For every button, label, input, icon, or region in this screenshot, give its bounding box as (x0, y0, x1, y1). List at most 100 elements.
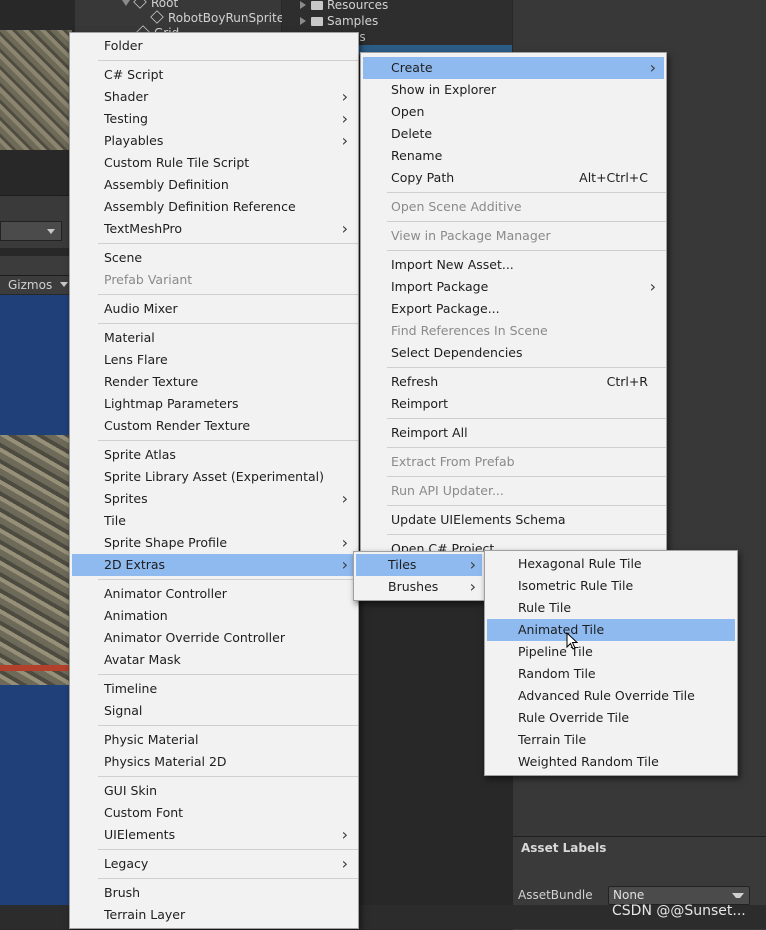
menu-item-pipeline-tile[interactable]: Pipeline Tile (487, 641, 735, 663)
menu-item-rule-tile[interactable]: Rule Tile (487, 597, 735, 619)
menu-item-lightmap-parameters[interactable]: Lightmap Parameters (72, 393, 356, 415)
menu-item-timeline[interactable]: Timeline (72, 678, 356, 700)
menu-item-sprite-atlas[interactable]: Sprite Atlas (72, 444, 356, 466)
menu-item-label: Advanced Rule Override Tile (518, 688, 695, 703)
menu-item-label: Brush (104, 885, 141, 900)
menu-item-shader[interactable]: Shader › (72, 86, 356, 108)
menu-item-scene[interactable]: Scene (72, 247, 356, 269)
menu-item-weighted-random-tile[interactable]: Weighted Random Tile (487, 751, 735, 773)
tilemap-bricks (0, 665, 72, 671)
menu-item-testing[interactable]: Testing › (72, 108, 356, 130)
gizmos-button[interactable]: Gizmos (0, 276, 72, 294)
menu-item-render-texture[interactable]: Render Texture (72, 371, 356, 393)
menu-item-label: Assembly Definition (104, 177, 229, 192)
menu-item-show-in-explorer[interactable]: Show in Explorer (363, 79, 664, 101)
project-context-menu: Create › Show in Explorer Open Delete Rename C… (360, 52, 667, 557)
menu-item-tiles[interactable]: Tiles › (356, 554, 482, 576)
menu-item-uielements[interactable]: UIElements › (72, 824, 356, 846)
scene-dropdown[interactable] (0, 221, 62, 241)
menu-item-terrain-tile[interactable]: Terrain Tile (487, 729, 735, 751)
menu-item-sprite-shape-profile[interactable]: Sprite Shape Profile › (72, 532, 356, 554)
menu-item-delete[interactable]: Delete (363, 123, 664, 145)
menu-item-avatar-mask[interactable]: Avatar Mask (72, 649, 356, 671)
menu-item-terrain-layer[interactable]: Terrain Layer (72, 904, 356, 926)
chevron-down-icon (47, 229, 55, 234)
menu-item-folder[interactable]: Folder (72, 35, 356, 57)
project-folder-resources[interactable]: Resources (300, 0, 388, 13)
menu-item-label: Pipeline Tile (518, 644, 593, 659)
menu-item-custom-font[interactable]: Custom Font (72, 802, 356, 824)
menu-item-sprite-library-asset-experimental[interactable]: Sprite Library Asset (Experimental) (72, 466, 356, 488)
menu-item-copy-path[interactable]: Copy Path Alt+Ctrl+C (363, 167, 664, 189)
scene-view[interactable] (0, 295, 72, 905)
menu-item-label: 2D Extras (104, 557, 166, 572)
menu-item-signal[interactable]: Signal (72, 700, 356, 722)
menu-item-physic-material[interactable]: Physic Material (72, 729, 356, 751)
menu-separator (98, 674, 358, 675)
menu-item-brush[interactable]: Brush (72, 882, 356, 904)
create-submenu: Folder C# Script Shader › Testing › Playables ›… (69, 32, 359, 929)
gameobject-icon (150, 10, 164, 24)
menu-item-create[interactable]: Create › (363, 57, 664, 79)
menu-item-update-uielements-schema[interactable]: Update UIElements Schema (363, 509, 664, 531)
chevron-right-icon: › (341, 854, 348, 873)
menu-item-animation[interactable]: Animation (72, 605, 356, 627)
menu-item-label: Tiles (388, 557, 417, 572)
menu-item-export-package[interactable]: Export Package... (363, 298, 664, 320)
menu-item-reimport-all[interactable]: Reimport All (363, 422, 664, 444)
menu-item-animator-controller[interactable]: Animator Controller (72, 583, 356, 605)
menu-item-assembly-definition-reference[interactable]: Assembly Definition Reference (72, 196, 356, 218)
menu-item-label: Shader (104, 89, 149, 104)
watermark-text: CSDN @@Sunset... (612, 903, 746, 919)
menu-item-playables[interactable]: Playables › (72, 130, 356, 152)
menu-item-label: Terrain Tile (518, 732, 587, 747)
menu-item-import-new-asset[interactable]: Import New Asset... (363, 254, 664, 276)
menu-item-reimport[interactable]: Reimport (363, 393, 664, 415)
menu-item-2d-extras[interactable]: 2D Extras › (72, 554, 356, 576)
menu-item-assembly-definition[interactable]: Assembly Definition (72, 174, 356, 196)
menu-item-label: Weighted Random Tile (518, 754, 659, 769)
menu-item-advanced-rule-override-tile[interactable]: Advanced Rule Override Tile (487, 685, 735, 707)
menu-item-custom-render-texture[interactable]: Custom Render Texture (72, 415, 356, 437)
menu-item-hexagonal-rule-tile[interactable]: Hexagonal Rule Tile (487, 553, 735, 575)
menu-item-rule-override-tile[interactable]: Rule Override Tile (487, 707, 735, 729)
menu-item-isometric-rule-tile[interactable]: Isometric Rule Tile (487, 575, 735, 597)
menu-item-label: Sprites (104, 491, 148, 506)
menu-item-material[interactable]: Material (72, 327, 356, 349)
chevron-right-icon: › (341, 489, 348, 508)
project-folder-samples[interactable]: Samples (300, 13, 378, 29)
menu-item-sprites[interactable]: Sprites › (72, 488, 356, 510)
menu-item-rename[interactable]: Rename (363, 145, 664, 167)
menu-item-legacy[interactable]: Legacy › (72, 853, 356, 875)
menu-item-gui-skin[interactable]: GUI Skin (72, 780, 356, 802)
menu-item-animated-tile[interactable]: Animated Tile (487, 619, 735, 641)
menu-item-label: Find References In Scene (391, 323, 548, 338)
tiles-submenu: Hexagonal Rule Tile Isometric Rule Tile Ru… (484, 550, 738, 776)
menu-item-textmeshpro[interactable]: TextMeshPro › (72, 218, 356, 240)
hierarchy-item-root[interactable]: Root (122, 0, 178, 10)
menu-item-label: Animated Tile (518, 622, 605, 637)
assetbundle-label: AssetBundle (518, 888, 593, 902)
menu-item-open[interactable]: Open (363, 101, 664, 123)
menu-item-label: C# Script (104, 67, 164, 82)
chevron-right-icon: › (341, 533, 348, 552)
menu-item-label: Import New Asset... (391, 257, 514, 272)
menu-item-refresh[interactable]: Refresh Ctrl+R (363, 371, 664, 393)
menu-item-random-tile[interactable]: Random Tile (487, 663, 735, 685)
menu-separator (387, 192, 666, 193)
menu-item-brushes[interactable]: Brushes › (356, 576, 482, 598)
menu-item-physics-material-2d[interactable]: Physics Material 2D (72, 751, 356, 773)
menu-item-animator-override-controller[interactable]: Animator Override Controller (72, 627, 356, 649)
menu-item-label: Custom Render Texture (104, 418, 251, 433)
menu-item-custom-rule-tile-script[interactable]: Custom Rule Tile Script (72, 152, 356, 174)
menu-item-c-script[interactable]: C# Script (72, 64, 356, 86)
chevron-right-icon: › (469, 555, 476, 574)
menu-item-view-in-package-manager: View in Package Manager (363, 225, 664, 247)
menu-item-tile[interactable]: Tile (72, 510, 356, 532)
menu-item-lens-flare[interactable]: Lens Flare (72, 349, 356, 371)
hierarchy-item-robotboy[interactable]: RobotBoyRunSprite (150, 10, 284, 25)
menu-item-import-package[interactable]: Import Package › (363, 276, 664, 298)
menu-item-select-dependencies[interactable]: Select Dependencies (363, 342, 664, 364)
menu-item-audio-mixer[interactable]: Audio Mixer (72, 298, 356, 320)
menu-separator (98, 243, 358, 244)
